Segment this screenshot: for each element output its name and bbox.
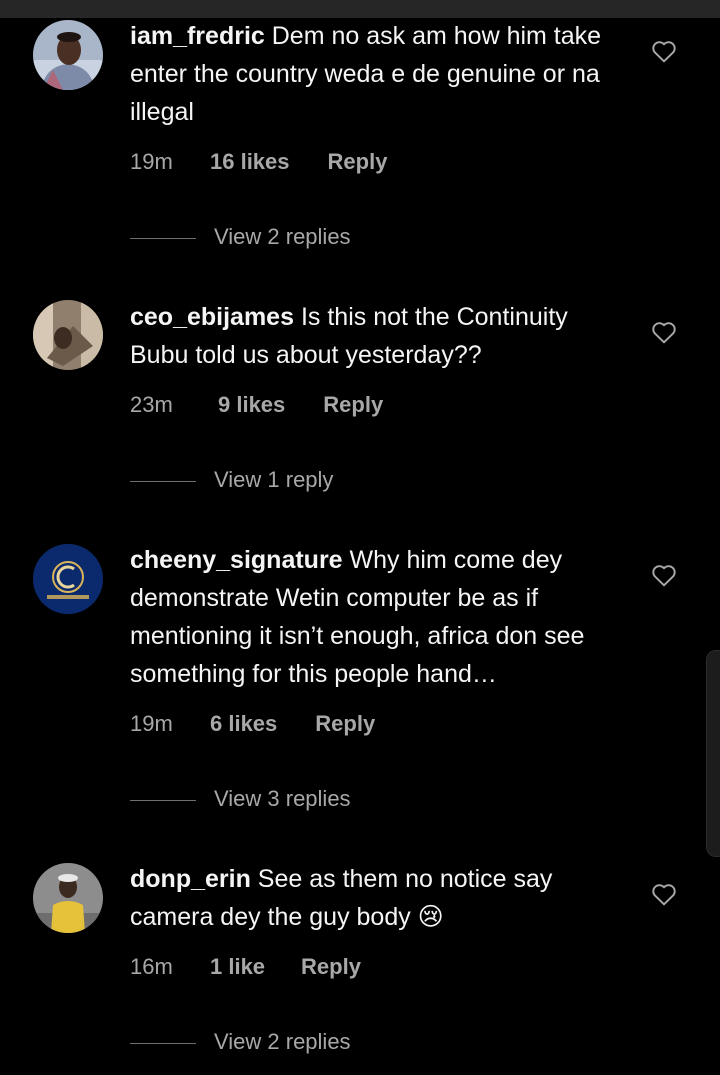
avatar-image xyxy=(33,20,103,90)
replies-divider xyxy=(130,799,196,801)
comment-body: donp_erin See as them no notice say came… xyxy=(130,860,620,936)
comment-username[interactable]: ceo_ebijames xyxy=(130,303,294,331)
view-replies-button[interactable]: View 2 replies xyxy=(130,1027,351,1057)
avatar-image xyxy=(33,863,103,933)
replies-divider xyxy=(130,480,196,482)
comment-username[interactable]: cheeny_signature xyxy=(130,546,343,574)
view-replies-label: View 3 replies xyxy=(214,786,351,811)
comment-meta: 16m 1 like Reply xyxy=(130,952,361,982)
comment-likes[interactable]: 1 like xyxy=(210,952,265,982)
comment-body: ceo_ebijames Is this not the Continuity … xyxy=(130,298,620,374)
reply-button[interactable]: Reply xyxy=(323,390,383,420)
heart-outline-icon[interactable] xyxy=(651,320,677,344)
view-replies-label: View 2 replies xyxy=(214,1029,351,1054)
reply-button[interactable]: Reply xyxy=(301,952,361,982)
view-replies-label: View 1 reply xyxy=(214,467,334,492)
comment-meta: 19m 6 likes Reply xyxy=(130,709,375,739)
scrollbar-thumb[interactable] xyxy=(706,650,720,857)
view-replies-button[interactable]: View 3 replies xyxy=(130,784,351,814)
avatar[interactable] xyxy=(33,20,103,90)
avatar[interactable] xyxy=(33,300,103,370)
comment-time: 19m xyxy=(130,711,173,736)
comment-likes[interactable]: 9 likes xyxy=(218,390,285,420)
top-bar xyxy=(0,0,720,18)
view-replies-label: View 2 replies xyxy=(214,224,351,249)
replies-divider xyxy=(130,237,196,239)
heart-outline-icon[interactable] xyxy=(651,563,677,587)
reply-button[interactable]: Reply xyxy=(328,147,388,177)
comment-time: 16m xyxy=(130,954,173,979)
avatar[interactable] xyxy=(33,544,103,614)
comment-body: iam_fredric Dem no ask am how him take e… xyxy=(130,17,620,131)
heart-outline-icon[interactable] xyxy=(651,39,677,63)
avatar-image xyxy=(33,544,103,614)
comment-time: 23m xyxy=(130,392,173,417)
view-replies-button[interactable]: View 2 replies xyxy=(130,222,351,252)
heart-outline-icon[interactable] xyxy=(651,882,677,906)
comment-meta: 19m 16 likes Reply xyxy=(130,147,387,177)
comment-likes[interactable]: 16 likes xyxy=(210,147,290,177)
comment-meta: 23m 9 likes Reply xyxy=(130,390,383,420)
comment-body: cheeny_signature Why him come dey demons… xyxy=(130,541,620,693)
comment-username[interactable]: donp_erin xyxy=(130,865,251,893)
replies-divider xyxy=(130,1042,196,1044)
avatar-image xyxy=(33,300,103,370)
view-replies-button[interactable]: View 1 reply xyxy=(130,465,333,495)
comment-time: 19m xyxy=(130,149,173,174)
comment-likes[interactable]: 6 likes xyxy=(210,709,277,739)
reply-button[interactable]: Reply xyxy=(315,709,375,739)
avatar[interactable] xyxy=(33,863,103,933)
comment-username[interactable]: iam_fredric xyxy=(130,22,265,50)
